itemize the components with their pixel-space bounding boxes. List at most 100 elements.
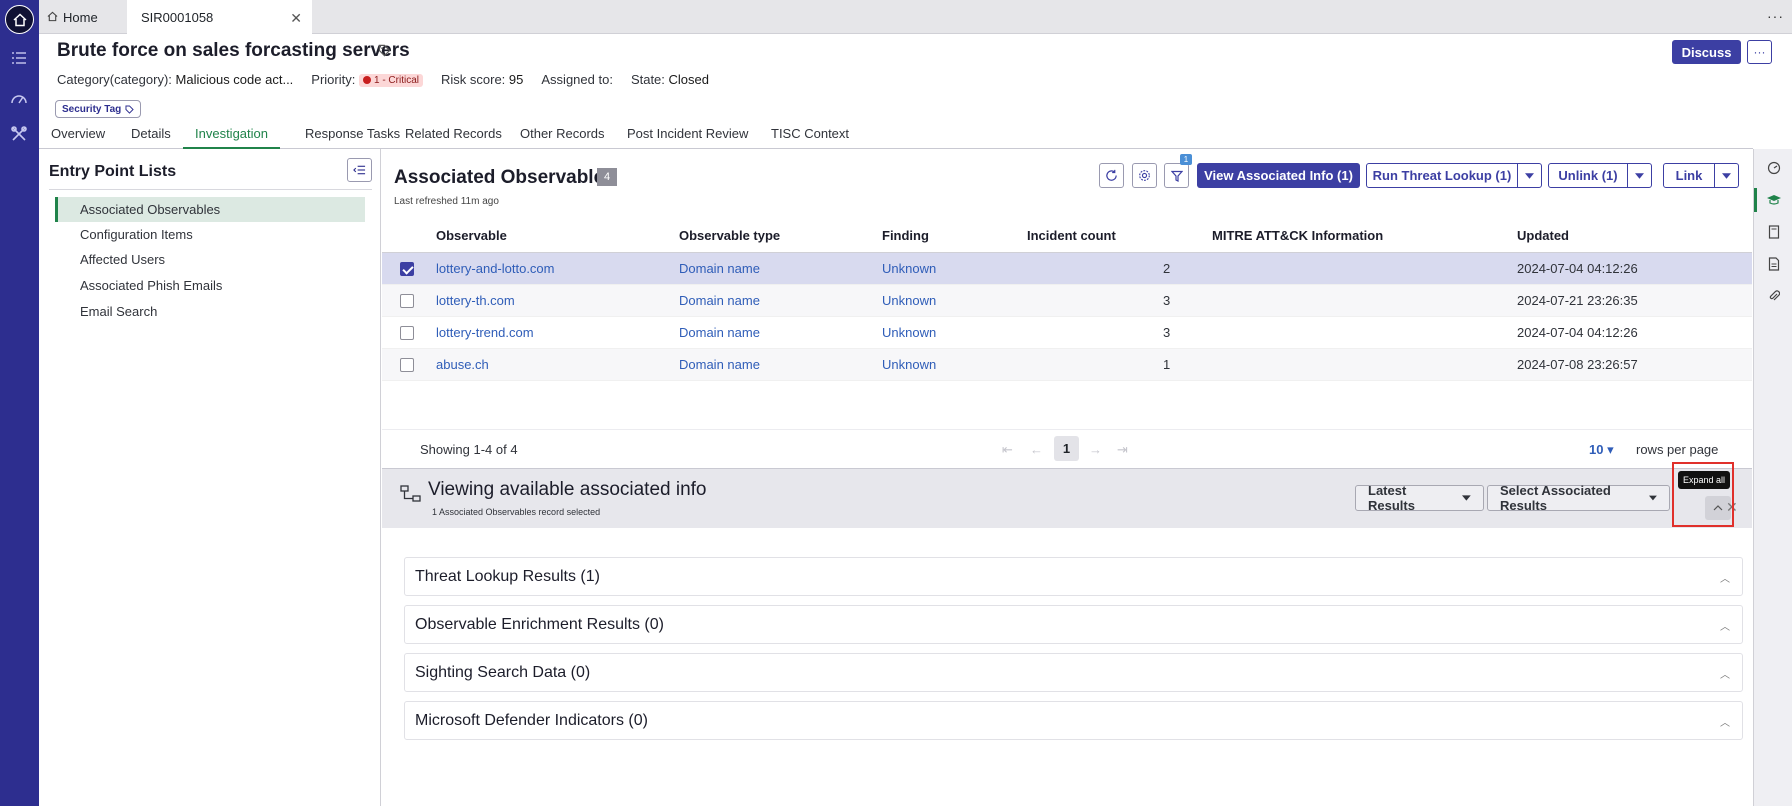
finding[interactable]: Unknown	[882, 293, 936, 308]
observable-type[interactable]: Domain name	[679, 357, 760, 372]
threat-lookup-dropdown-icon[interactable]	[1517, 163, 1542, 188]
col-updated[interactable]: Updated	[1517, 228, 1569, 243]
col-finding[interactable]: Finding	[882, 228, 929, 243]
first-page-icon[interactable]: ⇤	[1002, 442, 1013, 458]
discuss-button[interactable]: Discuss	[1672, 40, 1741, 64]
updated: 2024-07-08 23:26:57	[1517, 357, 1638, 372]
showing-count: Showing 1-4 of 4	[420, 442, 518, 457]
tab-post-incident-review[interactable]: Post Incident Review	[615, 126, 760, 149]
unlink-dropdown-icon[interactable]	[1627, 163, 1652, 188]
assigned-field: Assigned to:	[541, 72, 613, 87]
accordion-defender-indicators[interactable]: Microsoft Defender Indicators (0) ︿	[404, 701, 1743, 740]
col-incident-count[interactable]: Incident count	[1027, 228, 1116, 243]
col-mitre[interactable]: MITRE ATT&CK Information	[1212, 228, 1383, 243]
gear-icon[interactable]	[1132, 163, 1157, 188]
entry-associated-observables[interactable]: Associated Observables	[55, 197, 365, 222]
entry-affected-users[interactable]: Affected Users	[55, 247, 365, 272]
home-icon[interactable]	[5, 5, 34, 34]
finding[interactable]: Unknown	[882, 261, 936, 276]
tag-icon[interactable]	[378, 44, 391, 62]
table-row[interactable]: lottery-trend.com Domain name Unknown 3 …	[382, 317, 1752, 349]
finding[interactable]: Unknown	[882, 325, 936, 340]
table-row[interactable]: lottery-th.com Domain name Unknown 3 202…	[382, 285, 1752, 317]
observable-type[interactable]: Domain name	[679, 293, 760, 308]
observable-link[interactable]: lottery-th.com	[436, 293, 515, 308]
dashboard-icon[interactable]	[9, 88, 29, 108]
list-icon[interactable]	[9, 48, 29, 68]
accordion-observable-enrichment[interactable]: Observable Enrichment Results (0) ︿	[404, 605, 1743, 644]
gauge-icon[interactable]	[1765, 159, 1783, 177]
filter-count-badge: 1	[1180, 154, 1192, 165]
paperclip-icon[interactable]	[1765, 287, 1783, 305]
right-rail	[1753, 149, 1792, 806]
chevron-up-icon: ︿	[1720, 670, 1730, 681]
entry-associated-phish-emails[interactable]: Associated Phish Emails	[55, 273, 365, 298]
home-tab[interactable]: Home	[47, 0, 98, 34]
row-checkbox[interactable]	[400, 358, 414, 372]
entry-email-search[interactable]: Email Search	[55, 299, 365, 324]
unlink-button[interactable]: Unlink (1)	[1548, 163, 1628, 188]
caret-down-icon	[1649, 495, 1657, 501]
row-checkbox[interactable]	[400, 326, 414, 340]
observable-link[interactable]: lottery-trend.com	[436, 325, 534, 340]
observable-link[interactable]: lottery-and-lotto.com	[436, 261, 555, 276]
link-dropdown-icon[interactable]	[1714, 163, 1739, 188]
next-page-icon[interactable]: →	[1089, 442, 1102, 457]
row-checkbox[interactable]	[400, 262, 414, 276]
record-tab-label: SIR0001058	[141, 9, 214, 25]
run-threat-lookup-button[interactable]: Run Threat Lookup (1)	[1366, 163, 1518, 188]
learning-icon[interactable]	[1765, 191, 1783, 209]
associated-info-header: Viewing available associated info 1 Asso…	[382, 468, 1752, 528]
observables-title: Associated Observables	[394, 167, 615, 188]
tab-related-records[interactable]: Related Records	[393, 126, 514, 149]
row-checkbox[interactable]	[400, 294, 414, 308]
latest-results-select[interactable]: Latest Results	[1355, 483, 1484, 513]
col-observable[interactable]: Observable	[436, 228, 507, 243]
rows-per-page-select[interactable]: 10 ▾	[1589, 442, 1614, 458]
hierarchy-icon	[400, 485, 422, 508]
observable-type[interactable]: Domain name	[679, 325, 760, 340]
entry-configuration-items[interactable]: Configuration Items	[55, 222, 365, 247]
tools-icon[interactable]	[9, 124, 29, 144]
active-indicator	[1754, 188, 1757, 212]
tab-investigation[interactable]: Investigation	[183, 126, 280, 149]
document-icon[interactable]	[1765, 255, 1783, 273]
security-tag[interactable]: Security Tag	[55, 100, 142, 118]
collapse-panel-icon[interactable]	[347, 158, 372, 182]
tab-overview[interactable]: Overview	[39, 126, 117, 149]
state-field: State: Closed	[630, 72, 709, 87]
refresh-icon[interactable]	[1099, 163, 1124, 188]
last-page-icon[interactable]: ⇥	[1117, 442, 1128, 458]
finding[interactable]: Unknown	[882, 357, 936, 372]
chevron-up-icon: ︿	[1720, 622, 1730, 633]
header-more-button[interactable]: ···	[1747, 40, 1772, 64]
record-tab[interactable]: SIR0001058 ✕	[127, 0, 312, 34]
current-page[interactable]: 1	[1054, 436, 1079, 461]
close-tab-icon[interactable]: ✕	[290, 10, 302, 27]
link-button[interactable]: Link	[1663, 163, 1715, 188]
associated-info-title: Viewing available associated info	[428, 479, 707, 500]
table-row[interactable]: abuse.ch Domain name Unknown 1 2024-07-0…	[382, 349, 1752, 381]
divider	[49, 189, 372, 190]
table-row[interactable]: lottery-and-lotto.com Domain name Unknow…	[382, 253, 1752, 285]
book-icon[interactable]	[1765, 223, 1783, 241]
col-observable-type[interactable]: Observable type	[679, 228, 780, 243]
accordion-threat-lookup[interactable]: Threat Lookup Results (1) ︿	[404, 557, 1743, 596]
tab-details[interactable]: Details	[119, 126, 183, 149]
last-refreshed: Last refreshed 11m ago	[394, 196, 499, 207]
category-field: Category(category): Malicious code act..…	[57, 72, 294, 87]
caret-down-icon	[1462, 495, 1471, 501]
filter-icon[interactable]	[1164, 163, 1189, 188]
tab-other-records[interactable]: Other Records	[508, 126, 617, 149]
page-title: Brute force on sales forcasting servers	[57, 40, 410, 61]
observable-type[interactable]: Domain name	[679, 261, 760, 276]
view-associated-info-button[interactable]: View Associated Info (1)	[1197, 163, 1360, 188]
top-more-icon[interactable]: ···	[1767, 8, 1784, 24]
record-tabs: Overview Details Investigation Response …	[39, 126, 1753, 149]
security-tag-icon	[125, 104, 134, 114]
select-associated-results-select[interactable]: Select Associated Results	[1487, 483, 1670, 513]
observable-link[interactable]: abuse.ch	[436, 357, 489, 372]
tab-tisc-context[interactable]: TISC Context	[759, 126, 861, 149]
prev-page-icon[interactable]: ←	[1030, 442, 1043, 457]
accordion-sighting-search[interactable]: Sighting Search Data (0) ︿	[404, 653, 1743, 692]
